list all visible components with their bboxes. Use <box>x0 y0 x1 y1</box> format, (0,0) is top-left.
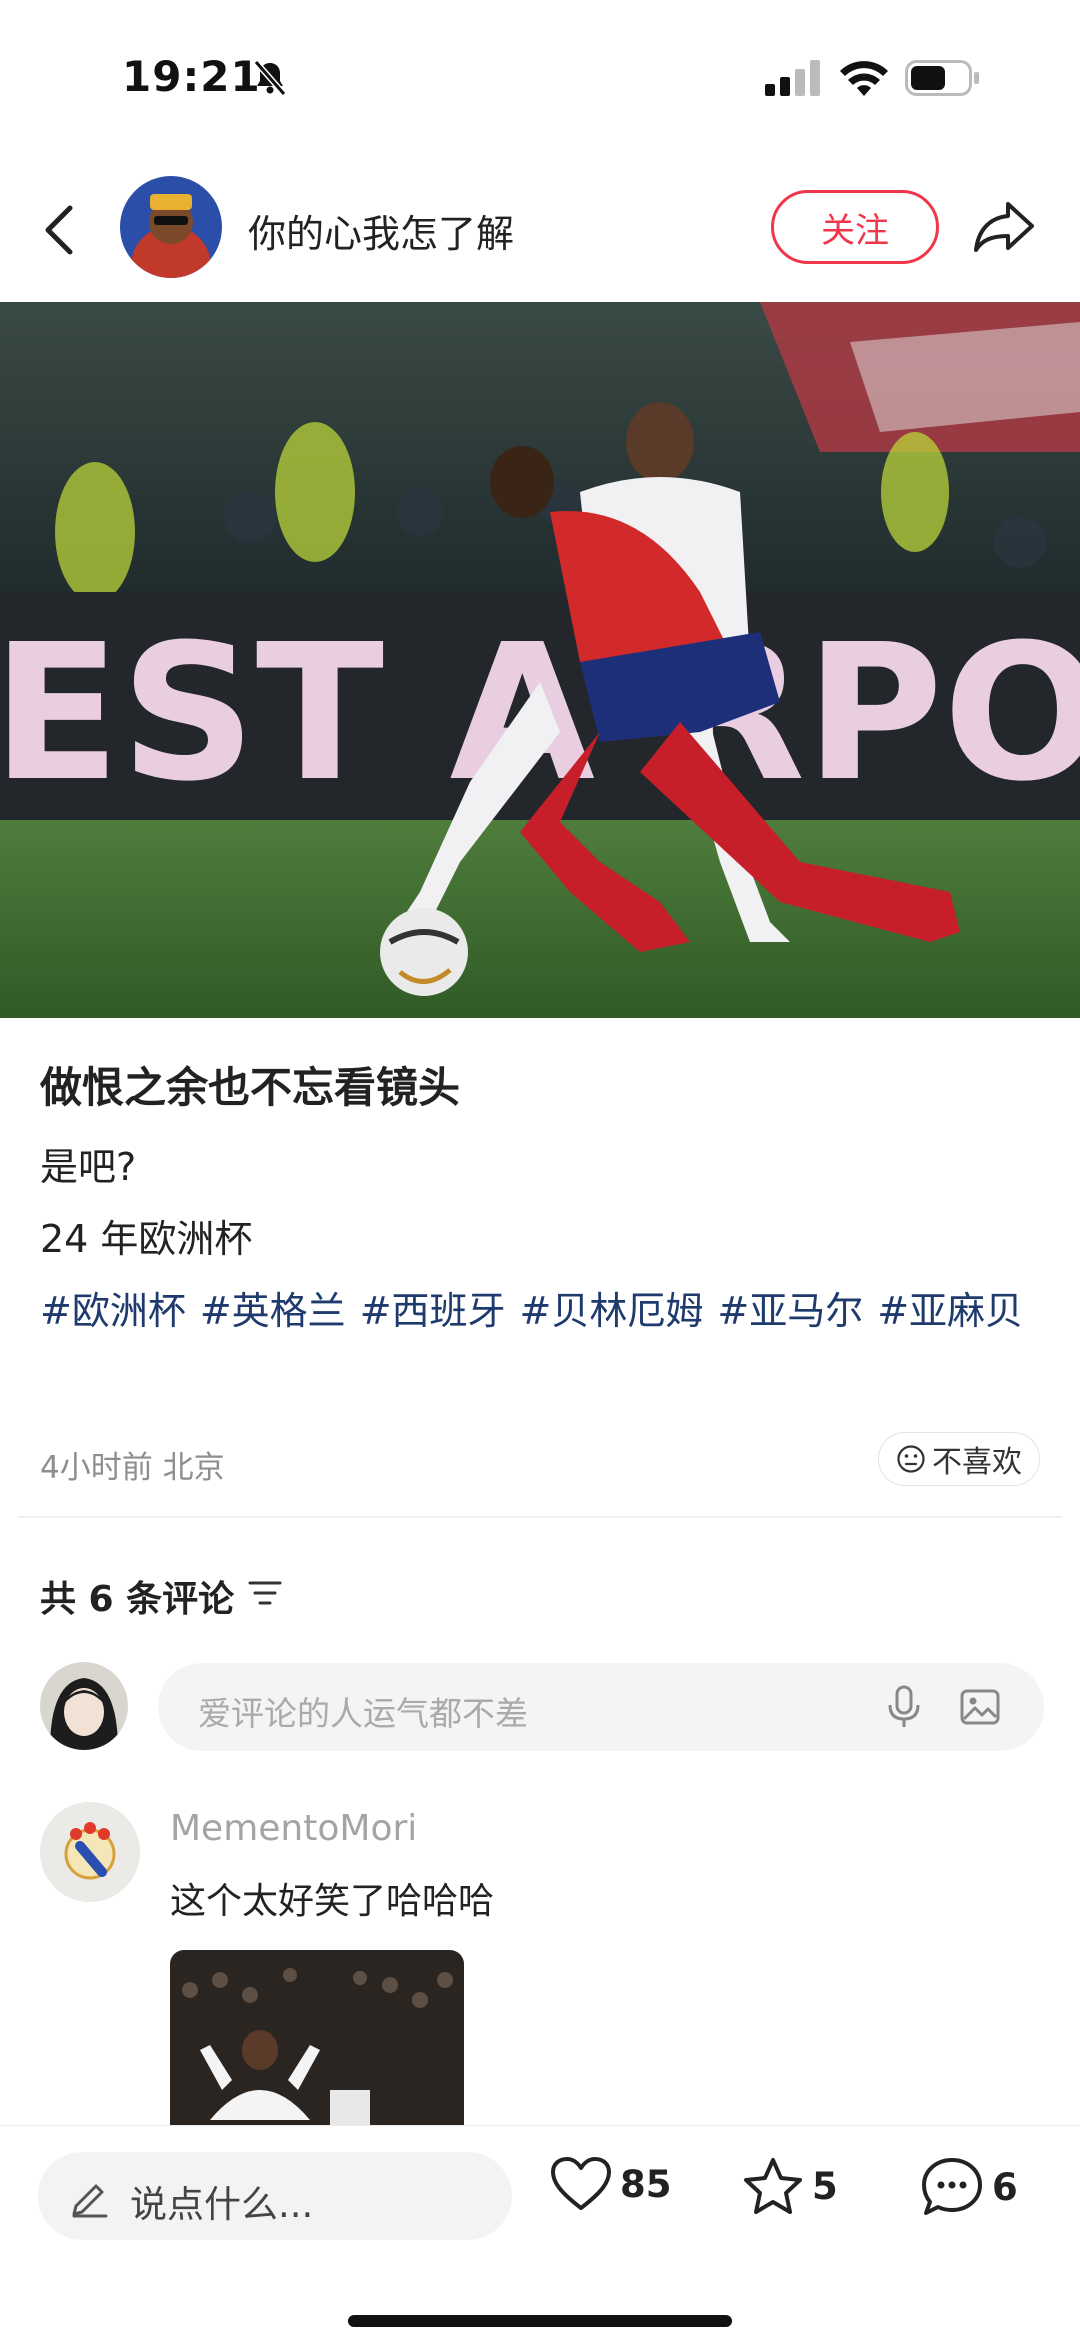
like-button[interactable]: 85 <box>550 2156 672 2212</box>
comment-image[interactable] <box>170 1950 464 2125</box>
comment-input-placeholder: 爱评论的人运气都不差 <box>198 1694 528 1733</box>
bottom-bar: 说点什么... 85 5 6 <box>0 2125 1080 2348</box>
tag-link[interactable]: #英格兰 <box>200 1289 346 1333</box>
say-something-placeholder: 说点什么... <box>130 2183 314 2226</box>
tag-link[interactable]: #亚麻贝 <box>877 1289 1023 1333</box>
bell-slash-icon <box>253 60 287 96</box>
battery-icon <box>905 60 979 96</box>
post-text-line: 24 年欧洲杯 <box>40 1217 253 1261</box>
follow-button[interactable]: 关注 <box>771 190 939 264</box>
post-text-line: 是吧? <box>40 1145 137 1189</box>
status-time: 19:21 <box>122 52 261 101</box>
comment-input[interactable]: 爱评论的人运气都不差 <box>158 1663 1044 1751</box>
comment-username[interactable]: MementoMori <box>170 1808 417 1849</box>
say-something-input[interactable]: 说点什么... <box>38 2152 512 2240</box>
post-tags: #欧洲杯 #英格兰 #西班牙 #贝林厄姆 #亚马尔 #亚麻贝 <box>40 1276 1050 1346</box>
back-icon[interactable] <box>40 200 80 260</box>
mic-icon[interactable] <box>886 1685 922 1729</box>
comment-count: 共 6 条评论 <box>40 1579 235 1620</box>
share-icon[interactable] <box>972 196 1036 256</box>
dislike-label: 不喜欢 <box>932 1445 1022 1480</box>
tag-link[interactable]: #欧洲杯 <box>40 1289 186 1333</box>
like-count: 85 <box>620 2162 672 2206</box>
comment-button[interactable]: 6 <box>920 2156 1018 2218</box>
comment-avatar[interactable] <box>40 1802 140 1902</box>
home-indicator[interactable] <box>348 2315 732 2327</box>
post-title: 做恨之余也不忘看镜头 <box>40 1063 461 1112</box>
filter-icon[interactable] <box>248 1578 282 1608</box>
star-button[interactable]: 5 <box>742 2156 838 2216</box>
comment-count-bottom: 6 <box>992 2165 1018 2209</box>
smile-icon <box>897 1445 925 1473</box>
image-icon[interactable] <box>960 1689 1000 1725</box>
post-meta: 4小时前 北京 <box>40 1450 225 1486</box>
heart-icon <box>551 2157 611 2210</box>
wifi-icon <box>840 61 888 96</box>
post-image[interactable]: EST A RPO 10 <box>0 302 1080 1018</box>
signal-icon <box>765 60 820 96</box>
star-icon <box>744 2158 802 2214</box>
divider <box>18 1516 1062 1518</box>
dislike-button[interactable]: 不喜欢 <box>878 1432 1040 1486</box>
author-name[interactable]: 你的心我怎了解 <box>248 203 514 258</box>
comment-icon <box>922 2158 982 2215</box>
star-count: 5 <box>812 2164 838 2208</box>
tag-link[interactable]: #亚马尔 <box>717 1289 863 1333</box>
tag-link[interactable]: #贝林厄姆 <box>520 1289 704 1333</box>
author-avatar[interactable] <box>120 176 222 278</box>
pencil-icon <box>72 2184 108 2218</box>
my-avatar <box>40 1662 128 1750</box>
comment-text: 这个太好笑了哈哈哈 <box>170 1881 495 1922</box>
tag-link[interactable]: #西班牙 <box>360 1289 506 1333</box>
